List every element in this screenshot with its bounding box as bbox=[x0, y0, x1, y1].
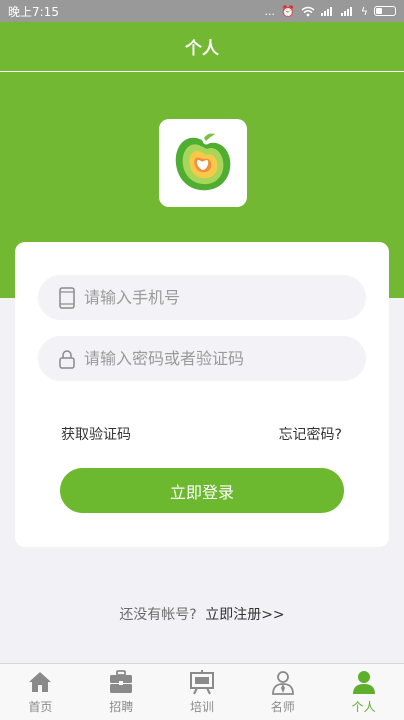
signal-icon-2 bbox=[340, 7, 352, 16]
register-link[interactable]: 立即注册>> bbox=[205, 607, 284, 623]
tab-training-label: 培训 bbox=[189, 700, 214, 714]
tab-profile[interactable]: 个人 bbox=[323, 664, 404, 720]
lock-icon bbox=[59, 349, 75, 369]
phone-icon bbox=[59, 286, 75, 309]
tab-teachers[interactable]: 名师 bbox=[242, 664, 323, 720]
app-logo bbox=[159, 119, 247, 207]
tab-home-label: 首页 bbox=[28, 700, 53, 714]
password-input[interactable] bbox=[84, 349, 334, 368]
home-icon bbox=[29, 672, 52, 692]
status-bar: 晚上7:15 ... ⏰ ϟ bbox=[0, 0, 404, 22]
login-button[interactable]: 立即登录 bbox=[60, 468, 344, 513]
tab-profile-label: 个人 bbox=[351, 700, 376, 714]
presentation-board-icon bbox=[189, 670, 214, 695]
tab-training[interactable]: 培训 bbox=[162, 664, 243, 720]
briefcase-icon bbox=[110, 670, 133, 693]
status-icons: ... ⏰ ϟ bbox=[265, 5, 396, 18]
teacher-icon bbox=[271, 671, 294, 695]
get-code-link[interactable]: 获取验证码 bbox=[61, 424, 131, 444]
phone-input[interactable] bbox=[84, 288, 334, 307]
charging-icon: ϟ bbox=[360, 4, 368, 18]
more-dots-icon: ... bbox=[264, 4, 276, 18]
page-title: 个人 bbox=[185, 39, 219, 59]
forgot-password-link[interactable]: 忘记密码? bbox=[279, 424, 342, 444]
register-row: 还没有帐号? 立即注册>> bbox=[0, 604, 404, 624]
tab-recruit-label: 招聘 bbox=[109, 700, 134, 714]
person-icon bbox=[352, 671, 375, 694]
status-time: 晚上7:15 bbox=[8, 4, 59, 19]
password-field[interactable] bbox=[38, 336, 366, 381]
bean-logo-icon bbox=[175, 133, 231, 191]
register-prompt: 还没有帐号? bbox=[119, 607, 197, 623]
alarm-icon: ⏰ bbox=[281, 4, 295, 18]
phone-field[interactable] bbox=[38, 275, 366, 320]
bottom-tab-bar: 首页 招聘 培训 名师 个人 bbox=[0, 663, 404, 720]
battery-icon bbox=[374, 6, 396, 16]
tab-home[interactable]: 首页 bbox=[0, 664, 81, 720]
login-card: 获取验证码 忘记密码? 立即登录 bbox=[15, 242, 389, 547]
wifi-icon bbox=[301, 6, 315, 16]
tab-recruit[interactable]: 招聘 bbox=[81, 664, 162, 720]
app-header: 个人 bbox=[0, 22, 404, 72]
tab-teachers-label: 名师 bbox=[270, 700, 295, 714]
signal-icon bbox=[320, 7, 332, 16]
